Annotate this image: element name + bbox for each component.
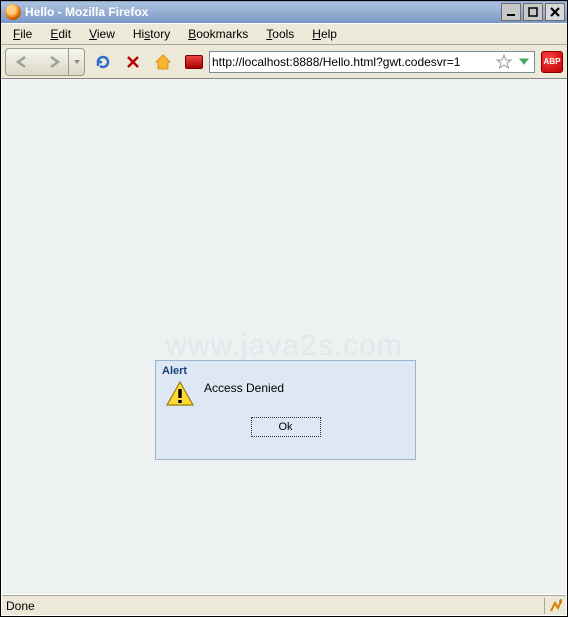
bookmark-star-icon[interactable] — [492, 50, 516, 74]
menu-tools[interactable]: Tools — [258, 25, 302, 43]
menu-history[interactable]: History — [125, 25, 178, 43]
url-dropdown-icon[interactable] — [516, 58, 532, 66]
menu-bookmarks[interactable]: Bookmarks — [180, 25, 256, 43]
window-title: Hello - Mozilla Firefox — [25, 5, 501, 19]
nav-history-dropdown[interactable] — [69, 48, 85, 76]
firefox-icon — [5, 4, 21, 20]
menu-view[interactable]: View — [81, 25, 123, 43]
status-icon — [544, 598, 562, 614]
alert-ok-button[interactable]: Ok — [251, 417, 321, 437]
warning-icon — [166, 381, 194, 407]
menu-file[interactable]: File — [5, 25, 40, 43]
menu-edit[interactable]: Edit — [42, 25, 79, 43]
back-button[interactable] — [5, 48, 39, 76]
adblock-icon[interactable]: ABP — [541, 51, 563, 73]
close-button[interactable] — [545, 3, 565, 21]
address-bar[interactable] — [209, 51, 535, 73]
stop-button[interactable] — [121, 50, 145, 74]
menu-help[interactable]: Help — [304, 25, 345, 43]
alert-dialog: Alert Access Denied Ok — [155, 360, 416, 460]
reload-button[interactable] — [91, 50, 115, 74]
site-icon — [185, 55, 203, 69]
forward-button[interactable] — [39, 48, 69, 76]
watermark: www.java2s.com — [2, 329, 566, 363]
minimize-button[interactable] — [501, 3, 521, 21]
url-input[interactable] — [212, 55, 492, 69]
home-button[interactable] — [151, 50, 175, 74]
status-text: Done — [6, 599, 544, 613]
alert-message: Access Denied — [204, 381, 284, 395]
maximize-button[interactable] — [523, 3, 543, 21]
alert-title: Alert — [156, 361, 415, 377]
